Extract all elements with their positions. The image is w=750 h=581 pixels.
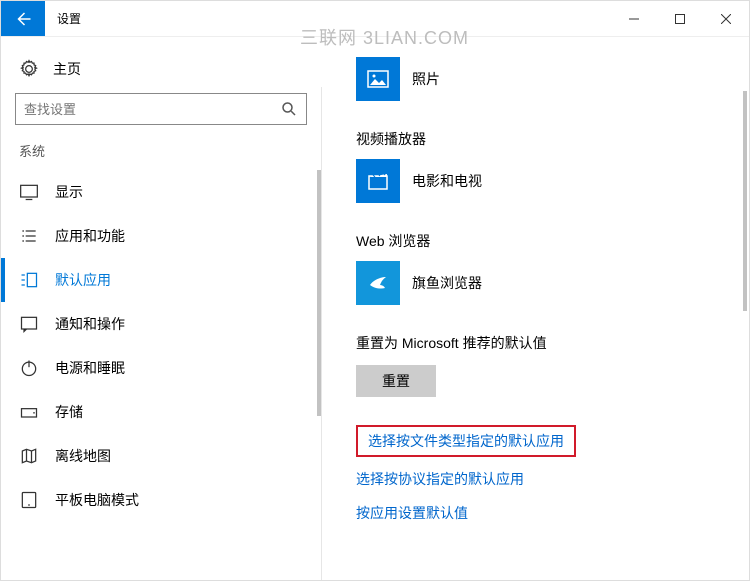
- window-title: 设置: [45, 1, 93, 36]
- sidebar-item-label: 离线地图: [55, 446, 111, 466]
- sidebar-section-label: 系统: [1, 141, 321, 170]
- browser-tile: [356, 261, 400, 305]
- minimize-button[interactable]: [611, 1, 657, 36]
- search-icon: [280, 100, 298, 118]
- movies-tile: [356, 159, 400, 203]
- maximize-button[interactable]: [657, 1, 703, 36]
- sidebar-item-label: 应用和功能: [55, 226, 125, 246]
- reset-section: 重置为 Microsoft 推荐的默认值 重置: [356, 333, 719, 397]
- storage-icon: [19, 402, 39, 422]
- sidebar-item-label: 电源和睡眠: [55, 358, 125, 378]
- content-scrollbar[interactable]: [743, 91, 747, 311]
- sidebar-item-label: 存储: [55, 402, 83, 422]
- maximize-icon: [675, 14, 685, 24]
- default-app-group-browser: Web 浏览器 旗鱼浏览器: [356, 231, 719, 305]
- swordfish-icon: [366, 271, 390, 295]
- sidebar-item-storage[interactable]: 存储: [1, 390, 321, 434]
- photos-tile: [356, 57, 400, 101]
- sidebar-item-apps[interactable]: 应用和功能: [1, 214, 321, 258]
- close-icon: [721, 14, 731, 24]
- notification-icon: [19, 314, 39, 334]
- reset-button[interactable]: 重置: [356, 365, 436, 397]
- sidebar-item-label: 默认应用: [55, 270, 111, 290]
- power-icon: [19, 358, 39, 378]
- default-app-group-video: 视频播放器 电影和电视: [356, 129, 719, 203]
- sidebar-item-label: 平板电脑模式: [55, 490, 139, 510]
- gear-icon: [19, 59, 39, 79]
- sidebar-scrollbar[interactable]: [317, 170, 321, 416]
- app-row[interactable]: 旗鱼浏览器: [356, 261, 719, 305]
- sidebar-item-tablet[interactable]: 平板电脑模式: [1, 478, 321, 522]
- sidebar-item-power[interactable]: 电源和睡眠: [1, 346, 321, 390]
- sidebar-item-display[interactable]: 显示: [1, 170, 321, 214]
- sidebar: 主页 系统 显示 应用和功能: [1, 37, 321, 580]
- tablet-icon: [19, 490, 39, 510]
- sidebar-item-notifications[interactable]: 通知和操作: [1, 302, 321, 346]
- back-button[interactable]: [1, 1, 45, 36]
- sidebar-item-maps[interactable]: 离线地图: [1, 434, 321, 478]
- sidebar-home[interactable]: 主页: [1, 53, 321, 93]
- arrow-left-icon: [14, 10, 32, 28]
- movies-icon: [366, 169, 390, 193]
- sidebar-item-label: 通知和操作: [55, 314, 125, 334]
- reset-heading: 重置为 Microsoft 推荐的默认值: [356, 333, 719, 353]
- sidebar-item-default-apps[interactable]: 默认应用: [1, 258, 321, 302]
- sidebar-home-label: 主页: [53, 59, 81, 79]
- app-name: 照片: [412, 69, 440, 89]
- link-by-protocol[interactable]: 选择按协议指定的默认应用: [356, 469, 719, 489]
- app-row[interactable]: 照片: [356, 57, 719, 101]
- app-name: 旗鱼浏览器: [412, 273, 482, 293]
- link-by-filetype[interactable]: 选择按文件类型指定的默认应用: [356, 425, 576, 457]
- default-app-group-photos: 照片: [356, 57, 719, 101]
- sidebar-nav: 显示 应用和功能 默认应用 通知和操作 电源和睡眠: [1, 170, 321, 580]
- display-icon: [19, 182, 39, 202]
- content-pane: 照片 视频播放器 电影和电视 Web 浏览器 旗鱼浏览器: [322, 37, 749, 580]
- app-name: 电影和电视: [412, 171, 482, 191]
- sidebar-item-label: 显示: [55, 182, 83, 202]
- group-title: 视频播放器: [356, 129, 719, 149]
- search-input[interactable]: [15, 93, 307, 125]
- list-icon: [19, 226, 39, 246]
- default-apps-icon: [19, 270, 39, 290]
- link-by-app[interactable]: 按应用设置默认值: [356, 503, 719, 523]
- close-button[interactable]: [703, 1, 749, 36]
- photos-icon: [366, 67, 390, 91]
- links-section: 选择按文件类型指定的默认应用 选择按协议指定的默认应用 按应用设置默认值: [356, 425, 719, 523]
- titlebar: 设置: [1, 1, 749, 37]
- map-icon: [19, 446, 39, 466]
- minimize-icon: [629, 14, 639, 24]
- group-title: Web 浏览器: [356, 231, 719, 251]
- search-field[interactable]: [24, 102, 280, 117]
- app-row[interactable]: 电影和电视: [356, 159, 719, 203]
